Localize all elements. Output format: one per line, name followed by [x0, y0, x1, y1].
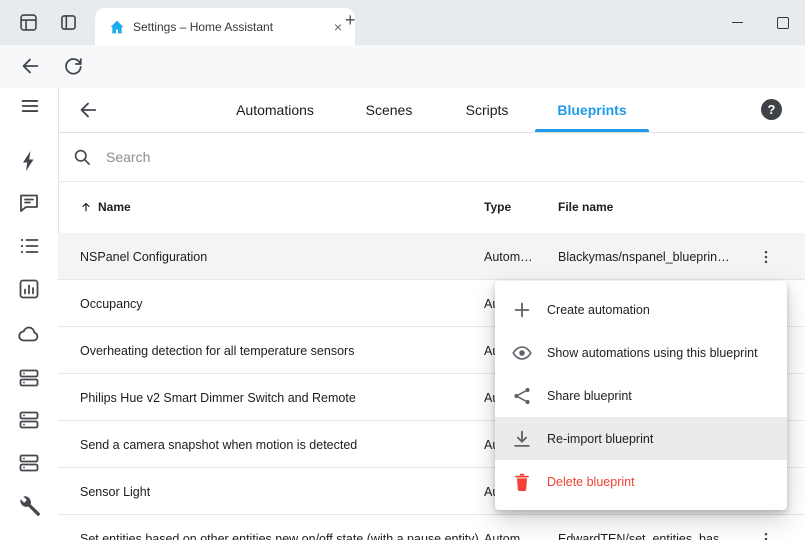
search-icon [72, 147, 92, 167]
app-header: Automations Scenes Scripts Blueprints ? [58, 88, 805, 133]
plus-icon [511, 299, 533, 321]
menu-item-share-blueprint[interactable]: Share blueprint [495, 374, 787, 417]
menu-item-create-automation[interactable]: Create automation [495, 288, 787, 331]
maximize-icon [777, 17, 789, 29]
sidebar-item-developer-tools[interactable] [17, 494, 41, 518]
workspaces-button[interactable] [18, 12, 39, 33]
window-maximize-button[interactable] [760, 0, 805, 45]
row-name: Set entities based on other entities new… [80, 515, 478, 540]
app-back-button[interactable] [77, 99, 99, 121]
row-name: Occupancy [80, 280, 143, 327]
context-menu: Create automation Show automations using… [495, 281, 787, 510]
import-icon [511, 428, 533, 450]
sidebar-menu-button[interactable] [19, 95, 41, 117]
minimize-icon [732, 22, 743, 24]
wrench-icon [17, 494, 41, 518]
row-overflow-menu-button[interactable] [757, 515, 775, 540]
row-overflow-menu-button[interactable] [757, 233, 775, 280]
browser-toolbar: Not secure homeassistant.local:8123/… [0, 45, 805, 89]
menu-item-label: Re-import blueprint [547, 432, 653, 446]
new-tab-button[interactable]: + [345, 11, 356, 29]
row-name: Send a camera snapshot when motion is de… [80, 421, 357, 468]
browser-back-button[interactable] [19, 55, 41, 77]
menu-item-label: Create automation [547, 303, 650, 317]
menu-item-label: Delete blueprint [547, 475, 635, 489]
hamburger-icon [19, 95, 41, 117]
window-minimize-button[interactable] [715, 0, 760, 45]
column-header-label: File name [558, 200, 613, 214]
delete-icon [511, 471, 533, 493]
menu-item-show-automations[interactable]: Show automations using this blueprint [495, 331, 787, 374]
table-row-set-entities[interactable]: Set entities based on other entities new… [58, 515, 805, 540]
menu-item-delete-blueprint[interactable]: Delete blueprint [495, 460, 787, 503]
search-input[interactable] [104, 148, 805, 166]
cloud-icon [17, 322, 41, 346]
row-name: Philips Hue v2 Smart Dimmer Switch and R… [80, 374, 356, 421]
browser-tab[interactable]: Settings – Home Assistant × [95, 8, 355, 45]
menu-item-label: Share blueprint [547, 389, 632, 403]
eye-icon [511, 342, 533, 364]
help-icon[interactable]: ? [761, 99, 782, 120]
row-file-name: Blackymas/nspanel_blueprin… [558, 233, 730, 280]
sidebar-item-hub-3[interactable] [17, 451, 41, 475]
vertical-tabs-icon [58, 12, 79, 33]
column-header-label: Name [98, 200, 131, 214]
workspaces-icon [18, 12, 39, 33]
sidebar-rail [0, 88, 59, 540]
server-icon [17, 451, 41, 475]
tab-title: Settings – Home Assistant [133, 20, 321, 34]
sidebar-item-cloud[interactable] [17, 322, 41, 346]
row-name: NSPanel Configuration [80, 233, 207, 280]
tab-scenes[interactable]: Scenes [366, 88, 413, 132]
table-row-nspanel-configuration[interactable]: NSPanel Configuration Autom… Blackymas/n… [58, 233, 805, 280]
tab-blueprints[interactable]: Blueprints [557, 88, 626, 132]
browser-refresh-button[interactable] [62, 55, 84, 77]
sidebar-item-hub-2[interactable] [17, 408, 41, 432]
vertical-tabs-button[interactable] [58, 12, 79, 33]
server-icon [17, 366, 41, 390]
table-header: Name Type File name [58, 181, 805, 234]
menu-item-reimport-blueprint[interactable]: Re-import blueprint [495, 417, 787, 460]
sidebar-item-assist[interactable] [17, 191, 41, 215]
kebab-menu-icon [757, 530, 775, 540]
sidebar-item-energy[interactable] [17, 149, 41, 173]
bar-chart-icon [17, 277, 41, 301]
row-file-name: EdwardTEN/set_entities_bas… [558, 515, 732, 540]
lightning-icon [17, 149, 41, 173]
sidebar-item-history[interactable] [17, 277, 41, 301]
browser-titlebar: Settings – Home Assistant × + [0, 0, 805, 45]
tab-automations[interactable]: Automations [236, 88, 314, 132]
browser-window: Settings – Home Assistant × + Not secure… [0, 0, 805, 540]
refresh-icon [62, 55, 84, 77]
chat-icon [17, 191, 41, 215]
kebab-menu-icon [757, 248, 775, 266]
row-name: Overheating detection for all temperatur… [80, 327, 354, 374]
column-header-file-name[interactable]: File name [558, 181, 613, 233]
sort-ascending-icon [80, 201, 92, 213]
column-header-label: Type [484, 200, 511, 214]
row-type: Autom… [484, 515, 533, 540]
sidebar-item-hub-1[interactable] [17, 366, 41, 390]
share-icon [511, 385, 533, 407]
server-icon [17, 408, 41, 432]
back-arrow-icon [19, 55, 41, 77]
menu-item-label: Show automations using this blueprint [547, 346, 758, 360]
tab-scripts[interactable]: Scripts [466, 88, 509, 132]
sidebar-item-logbook[interactable] [17, 234, 41, 258]
back-arrow-icon [77, 99, 99, 121]
home-assistant-favicon-icon [109, 19, 125, 35]
column-header-type[interactable]: Type [484, 181, 511, 233]
column-header-name[interactable]: Name [80, 181, 131, 233]
search-bar [58, 132, 805, 182]
row-name: Sensor Light [80, 468, 150, 515]
list-icon [17, 234, 41, 258]
row-type: Autom… [484, 233, 533, 280]
